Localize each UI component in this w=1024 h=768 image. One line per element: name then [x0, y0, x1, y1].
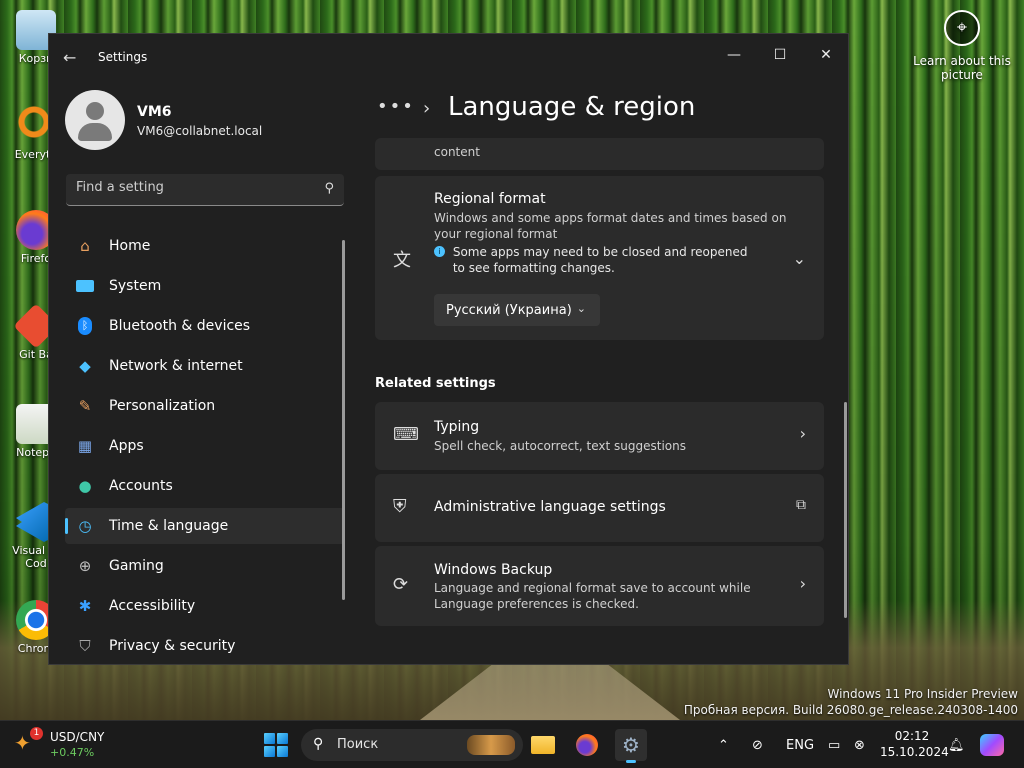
wifi-icon: ◆	[79, 357, 91, 375]
sidebar-nav: ⌂ Home System ᛒ Bluetooth & devices ◆ Ne…	[65, 228, 345, 664]
page-title: Language & region	[448, 92, 696, 122]
chevron-right-icon: ›	[423, 98, 431, 119]
chevron-down-icon[interactable]: ⌄	[793, 249, 806, 268]
sidebar-item-privacy[interactable]: ⛉ Privacy & security	[65, 628, 345, 664]
maximize-button[interactable]: ☐	[757, 40, 803, 70]
sidebar-item-accounts[interactable]: ● Accounts	[65, 468, 345, 504]
learn-about-picture[interactable]: ⌖ Learn about this picture	[912, 10, 1012, 82]
accessibility-icon: ✱	[78, 597, 92, 615]
sidebar-scrollbar[interactable]	[342, 240, 345, 600]
person-icon: ●	[78, 477, 92, 495]
camera-info-icon: ⌖	[944, 10, 980, 46]
globe-clock-icon: ◷	[78, 517, 92, 535]
regional-format-desc: Windows and some apps format dates and t…	[434, 211, 787, 241]
regional-format-info: i Some apps may need to be closed and re…	[434, 244, 764, 276]
settings-taskbar[interactable]: ⚙	[615, 729, 647, 763]
taskbar-clock[interactable]: 02:12 15.10.2024	[880, 728, 949, 760]
external-link-icon: ⧉	[796, 497, 806, 513]
search-input[interactable]	[76, 180, 306, 195]
keyboard-icon: ⌨	[393, 424, 419, 445]
sidebar-item-home[interactable]: ⌂ Home	[65, 228, 345, 264]
sidebar-item-gaming[interactable]: ⊕ Gaming	[65, 548, 345, 584]
user-email: VM6@collabnet.local	[137, 124, 263, 138]
accessibility-tray-icon[interactable]: ⊗	[854, 721, 865, 768]
notification-badge: 1	[30, 727, 43, 740]
firefox-icon	[576, 734, 598, 756]
language-indicator[interactable]: ENG	[786, 721, 814, 768]
user-name: VM6	[137, 104, 172, 120]
title-bar[interactable]: ← Settings — ☐ ✕	[49, 34, 848, 82]
sidebar-item-network[interactable]: ◆ Network & internet	[65, 348, 345, 384]
regional-format-card[interactable]: 文 Regional format Windows and some apps …	[375, 176, 824, 340]
admin-language-icon: ⛨	[393, 496, 407, 517]
bluetooth-icon: ᛒ	[75, 316, 95, 336]
regional-format-title: Regional format	[434, 191, 546, 207]
brush-icon: ✎	[78, 397, 92, 415]
settings-window: ← Settings — ☐ ✕ VM6 VM6@collabnet.local…	[48, 33, 849, 665]
tray-overflow-chevron[interactable]: ⌃	[718, 721, 729, 768]
sidebar-item-personalization[interactable]: ✎ Personalization	[65, 388, 345, 424]
network-disabled-icon[interactable]: ⊘	[752, 721, 763, 768]
back-arrow-icon[interactable]: ←	[63, 48, 83, 68]
gamepad-icon: ⊕	[78, 557, 92, 575]
copilot-icon[interactable]	[980, 721, 1004, 768]
chevron-right-icon: ›	[799, 424, 806, 443]
regional-format-dropdown[interactable]: Русский (Украина) ⌄	[434, 294, 600, 326]
windows-backup-card[interactable]: ⟳ Windows Backup Language and regional f…	[375, 546, 824, 626]
firefox-taskbar[interactable]	[571, 729, 603, 761]
start-button[interactable]	[264, 733, 288, 757]
chevron-right-icon: ›	[799, 574, 806, 593]
related-settings-heading: Related settings	[375, 376, 496, 391]
sidebar-item-time-language[interactable]: ◷ Time & language	[65, 508, 345, 544]
file-explorer-taskbar[interactable]	[527, 729, 559, 761]
typing-card[interactable]: ⌨ Typing Spell check, autocorrect, text …	[375, 402, 824, 470]
taskbar-search[interactable]: ⚲ Поиск	[301, 729, 523, 761]
search-icon: ⚲	[313, 736, 324, 752]
shield-icon: ⛉	[79, 637, 91, 655]
sidebar-item-system[interactable]: System	[65, 268, 345, 304]
taskbar: ✦ 1 USD/CNY +0.47% ⚲ Поиск ⚙ ⌃ ⊘ ENG ▭ ⊗…	[0, 720, 1024, 768]
gear-icon: ⚙	[622, 733, 640, 757]
content-scrollbar[interactable]	[844, 402, 847, 618]
info-icon: i	[434, 246, 445, 257]
find-setting-box[interactable]: ⚲	[66, 174, 344, 206]
regional-format-icon: 文	[393, 250, 411, 271]
home-icon: ⌂	[80, 237, 90, 255]
apps-icon: ▦	[77, 437, 93, 455]
display-icon[interactable]: ▭	[828, 721, 840, 768]
monitor-icon	[75, 276, 95, 296]
avatar	[65, 90, 125, 150]
search-highlight-image	[467, 735, 515, 755]
windows-watermark: Windows 11 Pro Insider Preview Пробная в…	[683, 687, 1018, 717]
bell-icon[interactable]: 🔔︎	[948, 721, 965, 768]
admin-language-card[interactable]: ⛨ Administrative language settings ⧉	[375, 474, 824, 542]
folder-icon	[531, 736, 555, 754]
breadcrumb-overflow-button[interactable]: •••	[377, 96, 415, 117]
sidebar-item-bluetooth[interactable]: ᛒ Bluetooth & devices	[65, 308, 345, 344]
search-icon: ⚲	[324, 181, 334, 196]
sidebar-item-apps[interactable]: ▦ Apps	[65, 428, 345, 464]
dropdown-arrow-icon: ⌄	[576, 302, 586, 315]
sidebar-item-accessibility[interactable]: ✱ Accessibility	[65, 588, 345, 624]
partial-card[interactable]: content	[375, 138, 824, 170]
backup-sync-icon: ⟳	[393, 574, 409, 595]
minimize-button[interactable]: —	[711, 40, 757, 70]
window-title: Settings	[98, 50, 148, 64]
close-button[interactable]: ✕	[803, 40, 848, 70]
